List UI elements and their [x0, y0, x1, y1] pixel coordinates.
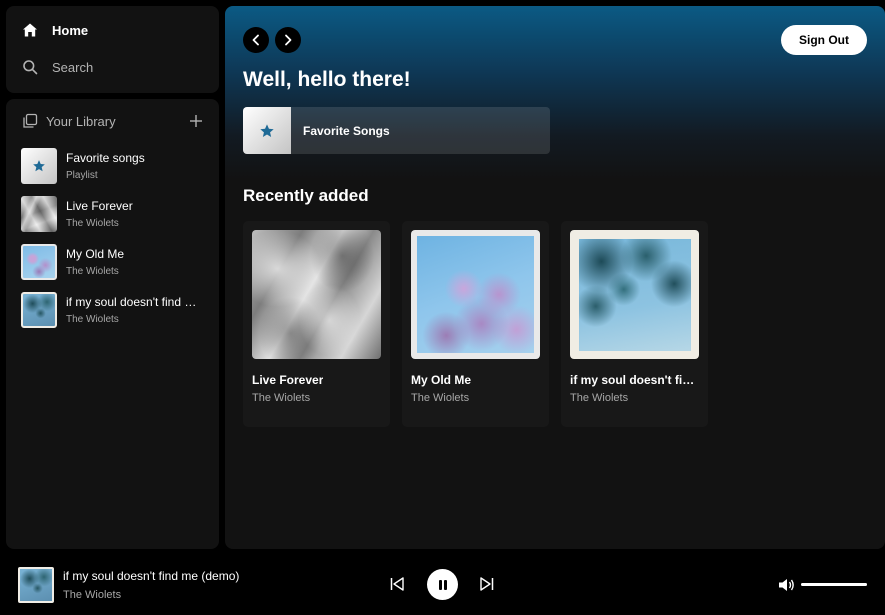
- album-card-if-my-soul[interactable]: if my soul doesn't find me (demo) The Wi…: [561, 221, 708, 427]
- album-card-artist: The Wiolets: [570, 392, 629, 404]
- library-item-title: if my soul doesn't find me (demo): [66, 295, 200, 309]
- album-card-artist: The Wiolets: [252, 392, 311, 404]
- now-playing-artist[interactable]: The Wiolets: [63, 589, 121, 601]
- chevron-left-icon: [252, 34, 259, 46]
- main-panel: Sign Out Well, hello there! Favorite Son…: [225, 6, 885, 549]
- album-card-my-old-me[interactable]: My Old Me The Wiolets: [402, 221, 549, 427]
- album-card-title: Live Forever: [252, 373, 324, 387]
- library-icon[interactable]: [22, 113, 38, 129]
- plus-icon: [190, 115, 202, 127]
- search-icon: [22, 59, 38, 75]
- library-item-subtitle: The Wiolets: [66, 218, 119, 229]
- library-item-favorite-songs[interactable]: Favorite songs Playlist: [21, 142, 211, 190]
- blossom-tree-cover-art: [411, 230, 540, 359]
- library-item-subtitle: Playlist: [66, 170, 98, 181]
- nav-home[interactable]: Home: [22, 22, 88, 38]
- library-item-subtitle: The Wiolets: [66, 266, 119, 277]
- tree-canopy-cover-art: [570, 230, 699, 359]
- album-card-live-forever[interactable]: Live Forever The Wiolets: [243, 221, 390, 427]
- now-playing-title[interactable]: if my soul doesn't find me (demo): [63, 569, 239, 583]
- library-item-subtitle: The Wiolets: [66, 314, 119, 325]
- volume-icon[interactable]: [777, 576, 795, 594]
- album-card-artist: The Wiolets: [411, 392, 470, 404]
- previous-track-button[interactable]: [388, 575, 406, 593]
- favorite-songs-label: Favorite Songs: [303, 123, 390, 138]
- library-item-title: Favorite songs: [66, 151, 145, 165]
- player-bar: if my soul doesn't find me (demo) The Wi…: [0, 555, 885, 615]
- nav-search-label: Search: [52, 59, 94, 75]
- library-item-if-my-soul[interactable]: if my soul doesn't find me (demo) The Wi…: [21, 286, 211, 334]
- skip-forward-icon: [480, 577, 494, 591]
- silk-cover-thumbnail: [21, 196, 57, 232]
- pause-button[interactable]: [427, 569, 458, 600]
- volume-slider-fill: [801, 583, 867, 586]
- album-card-title: if my soul doesn't find me (demo): [570, 373, 700, 387]
- add-playlist-button[interactable]: [186, 111, 206, 131]
- star-icon: [243, 107, 291, 154]
- nav-search[interactable]: Search: [22, 59, 93, 75]
- nav-home-label: Home: [52, 22, 89, 38]
- back-button[interactable]: [243, 27, 269, 53]
- library-item-title: Live Forever: [66, 199, 133, 213]
- next-track-button[interactable]: [478, 575, 496, 593]
- skip-back-icon: [390, 577, 404, 591]
- greeting-heading: Well, hello there!: [243, 68, 411, 91]
- favorite-songs-card[interactable]: Favorite Songs: [243, 107, 550, 154]
- nav-panel: Home Search: [6, 6, 219, 93]
- library-title[interactable]: Your Library: [46, 114, 116, 129]
- library-item-live-forever[interactable]: Live Forever The Wiolets: [21, 190, 211, 238]
- volume-slider[interactable]: [801, 583, 867, 586]
- recently-added-grid: Live Forever The Wiolets My Old Me The W…: [243, 221, 720, 427]
- album-card-title: My Old Me: [411, 373, 472, 387]
- library-panel: Your Library Favorite songs Playlist Liv…: [6, 99, 219, 549]
- chevron-right-icon: [285, 34, 292, 46]
- library-header: Your Library: [22, 111, 206, 131]
- home-icon: [22, 22, 38, 38]
- library-list: Favorite songs Playlist Live Forever The…: [21, 142, 211, 334]
- blossom-tree-cover-thumbnail: [21, 244, 57, 280]
- star-icon: [21, 148, 57, 184]
- pause-icon: [438, 579, 447, 590]
- tree-canopy-cover-thumbnail: [21, 292, 57, 328]
- library-item-title: My Old Me: [66, 247, 125, 261]
- forward-button[interactable]: [275, 27, 301, 53]
- library-item-my-old-me[interactable]: My Old Me The Wiolets: [21, 238, 211, 286]
- sign-out-button[interactable]: Sign Out: [781, 25, 867, 55]
- now-playing-cover-art[interactable]: [18, 567, 54, 603]
- recently-added-heading: Recently added: [243, 186, 369, 205]
- silk-cover-art: [252, 230, 381, 359]
